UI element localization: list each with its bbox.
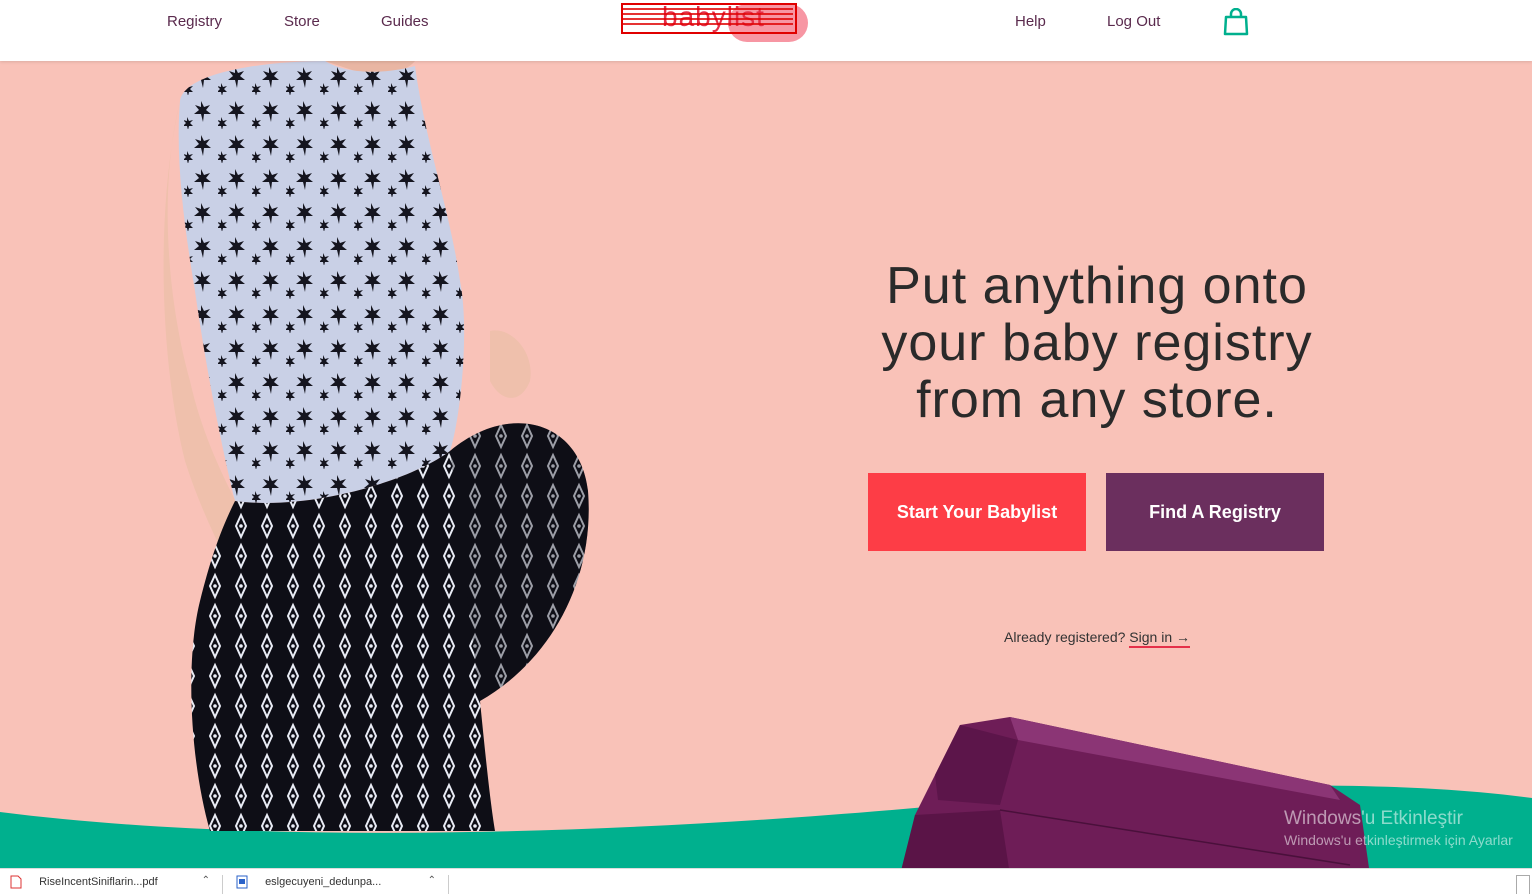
nav-help-link[interactable]: Help	[1015, 13, 1046, 30]
chevron-up-icon[interactable]: ⌃	[428, 875, 436, 886]
image-file-icon	[236, 875, 248, 889]
download-bar-corner-icon[interactable]	[1516, 875, 1530, 894]
download-separator	[448, 875, 449, 894]
watermark-line-1: Windows'u Etkinleştir	[1284, 808, 1463, 829]
find-registry-button[interactable]: Find A Registry	[1106, 473, 1324, 551]
nav-guides-link[interactable]: Guides	[381, 13, 429, 30]
purple-box-illustration	[900, 717, 1370, 875]
watermark-line-2: Windows'u etkinleştirmek için Ayarlar	[1284, 832, 1513, 848]
shopping-bag-icon[interactable]	[1223, 8, 1249, 36]
nav-registry-link[interactable]: Registry	[167, 13, 222, 30]
hero-heading: Put anything onto your baby registry fro…	[881, 257, 1313, 429]
top-nav: Registry Store Guides babylist Help Log …	[0, 0, 1532, 61]
windows-activation-watermark: Windows'u Etkinleştir Windows'u etkinleş…	[1284, 808, 1513, 848]
download-bar: RiseIncentSiniflarin...pdf ⌃ eslgecuyeni…	[0, 868, 1532, 894]
download-separator	[222, 875, 223, 894]
sign-in-link[interactable]: Sign in →	[1129, 629, 1190, 648]
babylist-logo[interactable]: babylist	[618, 0, 808, 44]
download-item-1[interactable]: RiseIncentSiniflarin...pdf ⌃	[10, 875, 220, 894]
already-registered-text: Already registered?	[1004, 629, 1126, 645]
already-registered-line: Already registered? Sign in →	[850, 629, 1344, 648]
nav-logout-link[interactable]: Log Out	[1107, 13, 1160, 30]
download-item-2-name: eslgecuyeni_dedunpa...	[265, 875, 382, 888]
nav-store-link[interactable]: Store	[284, 13, 320, 30]
download-item-1-name: RiseIncentSiniflarin...pdf	[39, 875, 158, 888]
hero-photo-pregnant-woman	[163, 61, 589, 831]
download-item-2[interactable]: eslgecuyeni_dedunpa... ⌃	[236, 875, 446, 894]
pdf-file-icon	[10, 875, 22, 889]
start-babylist-button[interactable]: Start Your Babylist	[868, 473, 1086, 551]
chevron-up-icon[interactable]: ⌃	[202, 875, 210, 886]
logo-redaction-box	[621, 3, 797, 34]
